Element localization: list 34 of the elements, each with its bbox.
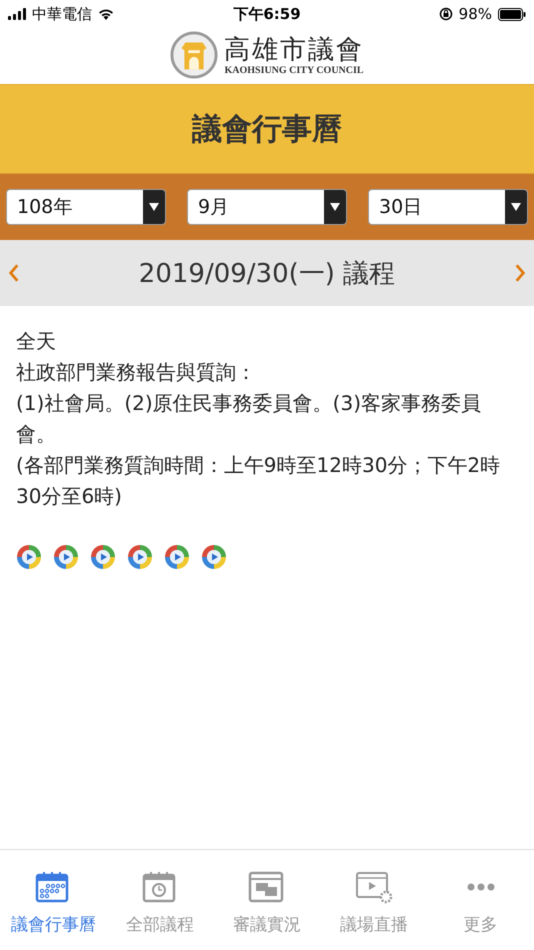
play-icon[interactable]	[127, 544, 153, 570]
play-icon[interactable]	[201, 544, 227, 570]
tab[interactable]: 全部議程	[110, 868, 210, 936]
dropdown-arrow-icon	[330, 203, 340, 211]
tab[interactable]: 議會行事曆	[3, 868, 104, 936]
logo-subtitle: KAOHSIUNG CITY COUNCIL	[224, 64, 364, 76]
play-icon[interactable]	[90, 544, 116, 570]
play-icon[interactable]	[16, 544, 42, 570]
tab[interactable]: 更多	[430, 868, 531, 936]
tab[interactable]: 議場直播	[324, 868, 424, 936]
page-title: 議會行事曆	[0, 84, 534, 174]
clock-time: 下午6:59	[233, 4, 301, 24]
battery-icon	[498, 8, 526, 20]
play-icon[interactable]	[53, 544, 79, 570]
wifi-icon	[98, 8, 114, 20]
rotation-lock-icon	[438, 7, 453, 21]
battery-percent: 98%	[458, 5, 492, 23]
play-icon[interactable]	[164, 544, 190, 570]
dropdown[interactable]: 9月	[187, 189, 347, 225]
tab[interactable]: 審議實況	[216, 868, 317, 936]
carrier-name: 中華電信	[32, 4, 92, 24]
agenda-time: 全天	[16, 328, 57, 355]
agenda-text: (1)社會局。(2)原住民事務委員會。(3)客家事務委員會。	[16, 390, 482, 448]
dropdown-arrow-icon	[511, 203, 521, 211]
logo-title: 高雄市議會	[224, 34, 364, 64]
dropdown[interactable]: 30日	[368, 189, 528, 225]
more-icon	[466, 882, 495, 890]
agenda-text: 社政部門業務報告與質詢：	[16, 359, 257, 386]
gate-logo-icon	[170, 31, 218, 79]
agenda-text: (各部門業務質詢時間：上午9時至12時30分；下午2時30分至6時)	[16, 452, 502, 510]
dropdown[interactable]: 108年	[6, 189, 166, 225]
agenda-date: 2019/09/30(一) 議程	[138, 258, 396, 290]
dropdown-arrow-icon	[149, 203, 159, 211]
signal-icon	[8, 8, 26, 20]
